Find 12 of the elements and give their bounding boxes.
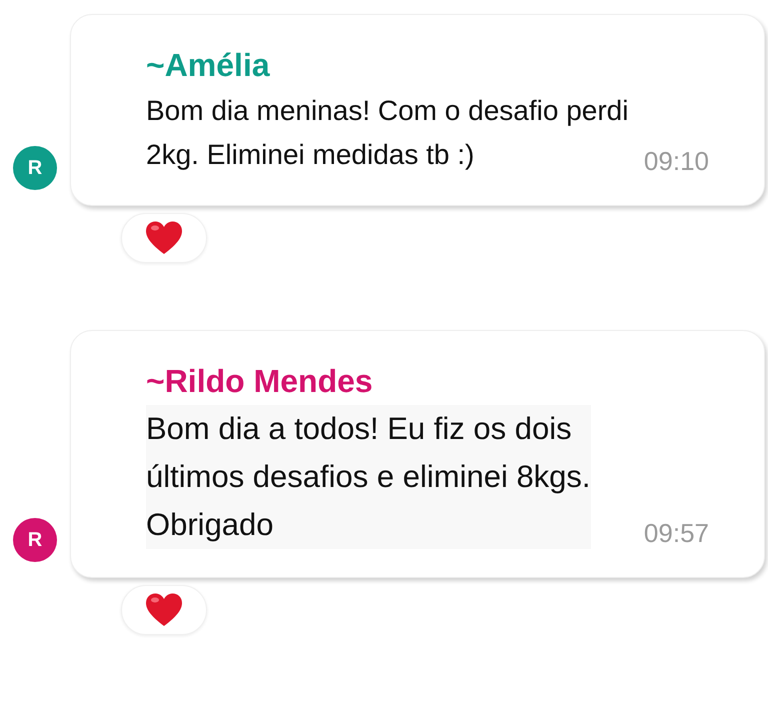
reaction-pill[interactable] [121,585,207,635]
heart-icon [144,220,184,256]
reaction-pill[interactable] [121,213,207,263]
message-time: 09:57 [644,517,709,550]
avatar[interactable]: R [13,146,57,190]
message-text: Bom dia meninas! Com o desafio perdi 2kg. Eliminei medidas tb :) [146,94,628,172]
avatar[interactable]: R [13,518,57,562]
sender-name[interactable]: ~Rildo Mendes [146,361,709,401]
sender-name[interactable]: ~Amélia [146,45,709,85]
message-text: Bom dia a todos! Eu fiz os dois últimos desafios e eliminei 8kgs. Obrigado [146,405,591,549]
message-time: 09:10 [644,145,709,178]
heart-icon [144,592,184,628]
